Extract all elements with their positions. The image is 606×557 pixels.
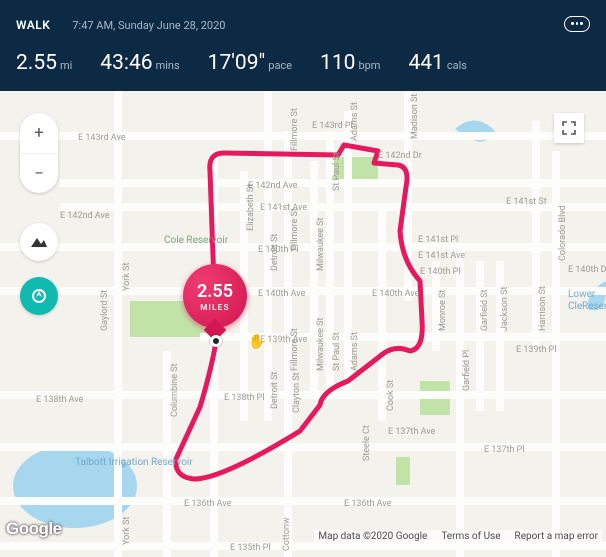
label-york-st-2: York St: [122, 517, 132, 545]
terrain-icon: [30, 236, 48, 248]
label-st-paul-st: St Paul St: [332, 152, 342, 191]
marker-distance: 2.55: [197, 281, 233, 302]
label-madison-st: Madison St: [410, 94, 420, 139]
heartrate-value: 110: [320, 51, 355, 75]
label-reserv: Reserv: [582, 301, 606, 313]
label-elizabeth-st: Elizabeth St: [246, 184, 256, 231]
label-e142nd-ave-l: E 142nd Ave: [60, 211, 110, 221]
label-fillmore-st: Fillmore St: [290, 108, 300, 151]
report-link[interactable]: Report a map error: [515, 531, 598, 542]
label-columbine-st: Columbine St: [170, 363, 180, 417]
label-detroit-st-2: Detroit St: [270, 372, 280, 409]
pace-unit: pace: [268, 59, 292, 72]
distance-unit: mi: [60, 59, 72, 72]
label-e140th-ave: E 140th Ave: [258, 289, 305, 299]
label-e140th-pl-2: E 140th Pl: [420, 267, 461, 277]
map-controls: + −: [20, 113, 58, 315]
map-copyright: Map data ©2020 Google: [318, 531, 427, 542]
google-logo: Google: [6, 519, 62, 539]
label-e140th-dr: E 140th Dr: [568, 265, 606, 275]
label-e139th-ave: E 139th Ave: [260, 335, 307, 345]
label-monroe-st: Monroe St: [438, 290, 448, 331]
map-attribution: Map data ©2020 Google Terms of Use Repor…: [314, 530, 602, 543]
route-distance-marker: 2.55 MILES: [183, 264, 247, 328]
label-colorado-blvd: Colorado Blvd: [558, 205, 568, 261]
stats-row: 2.55mi 43:46 mins 17'09"pace 110bpm 441 ca…: [16, 51, 590, 75]
distance-value: 2.55: [16, 51, 57, 75]
zoom-in-button[interactable]: +: [20, 113, 58, 153]
label-steele-ct: Steele Ct: [362, 425, 372, 461]
label-adams-st-2: Adams St: [350, 332, 360, 371]
zoom-control: + −: [20, 113, 58, 193]
label-e141st-ave-2: E 141st Ave: [418, 251, 465, 261]
label-e143rd-pl: E 143rd Pl: [312, 121, 353, 131]
duration-unit: mins: [156, 59, 180, 72]
stats-header: WALK 7:47 AM, Sunday June 28, 2020 2.55m…: [0, 0, 606, 91]
zoom-out-button[interactable]: −: [20, 153, 58, 193]
calories-value: 441: [408, 51, 443, 75]
terms-link[interactable]: Terms of Use: [441, 531, 500, 542]
label-e142nd-dr: E 142nd Dr: [378, 151, 422, 161]
label-e135th-pl: E 135th Pl: [230, 543, 271, 553]
label-cottonwood: Cottonw: [282, 517, 292, 551]
activity-type: WALK: [16, 18, 50, 32]
map-svg: [0, 91, 606, 557]
label-e137th-ave: E 137th Ave: [388, 427, 435, 437]
label-gaylord-st: Gaylord St: [100, 290, 110, 331]
duration-value: 43:46: [100, 51, 152, 75]
label-milwaukee-st: Milwaukee St: [316, 218, 326, 271]
terrain-toggle-button[interactable]: [20, 223, 58, 261]
recenter-icon: [31, 288, 47, 304]
activity-timestamp: 7:47 AM, Sunday June 28, 2020: [72, 19, 225, 32]
label-e141st-st: E 141st St: [506, 197, 547, 207]
label-e143rd-ave: E 143rd Ave: [78, 133, 126, 143]
label-garfield-st: Garfield St: [480, 289, 490, 331]
cursor-icon: ✋: [248, 334, 265, 350]
calories-unit: cals: [447, 59, 467, 72]
label-cook-st: Cook St: [386, 380, 396, 411]
more-options-button[interactable]: [564, 16, 590, 32]
label-jackson-st: Jackson St: [500, 287, 510, 331]
label-harrison-st: Harrison St: [538, 286, 548, 331]
heartrate-unit: bpm: [358, 59, 380, 72]
label-e136th-ave-2: E 136th Ave: [344, 499, 391, 509]
label-detroit-st: Detroit St: [270, 234, 280, 271]
fullscreen-button[interactable]: [554, 113, 584, 143]
label-talbott: Talbott Irrigation Reservoir: [75, 457, 193, 469]
label-fillmore-st-3: Fillmore St: [290, 328, 300, 371]
map-area[interactable]: Cole Reservoir Talbott Irrigation Reserv…: [0, 91, 606, 557]
pace-value: 17'09": [208, 51, 266, 75]
label-e139th-pl: E 139th Pl: [516, 345, 557, 355]
label-york-st: York St: [122, 263, 132, 291]
label-st-paul-st-2: St Paul St: [332, 332, 342, 371]
label-cole-reservoir: Cole Reservoir: [164, 235, 228, 246]
label-adams-st: Adams St: [350, 102, 360, 141]
label-e137th-pl: E 137th Pl: [484, 445, 525, 455]
label-e140th-ave-2: E 140th Ave: [372, 289, 419, 299]
label-e141st-ave: E 141st Ave: [260, 203, 307, 213]
recenter-button[interactable]: [20, 277, 58, 315]
fullscreen-icon: [562, 121, 576, 135]
label-fillmore-st-2: Fillmore St: [290, 208, 300, 251]
label-milwaukee-st-2: Milwaukee St: [316, 318, 326, 371]
label-e138th-ave: E 138th Ave: [36, 395, 83, 405]
label-e138th-pl: E 138th Pl: [224, 393, 265, 403]
label-garfield-pl: Garfield Pl: [462, 350, 472, 391]
marker-unit: MILES: [200, 303, 230, 312]
label-clayton-st: Clayton St: [292, 372, 302, 413]
label-e136th-ave: E 136th Ave: [184, 499, 231, 509]
label-e141st-pl: E 141st Pl: [418, 235, 458, 245]
route-start-dot: [210, 335, 222, 347]
